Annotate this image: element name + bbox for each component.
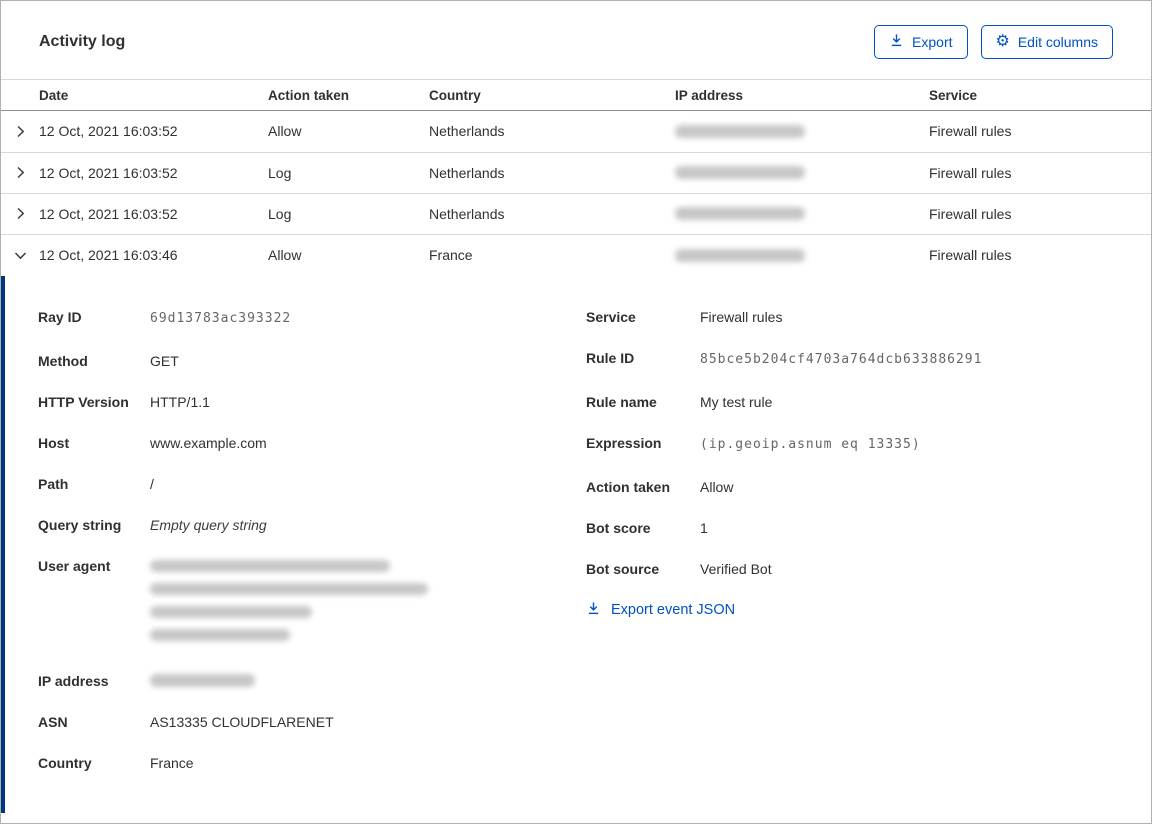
edit-columns-button-label: Edit columns <box>1017 34 1098 50</box>
detail-field-asn: ASN AS13335 CLOUDFLARENET <box>38 713 334 730</box>
detail-field-service: Service Firewall rules <box>586 308 783 325</box>
detail-field-method: Method GET <box>38 352 179 369</box>
detail-field-user-agent: User agent <box>38 555 586 652</box>
download-icon <box>586 601 601 620</box>
detail-field-expression: Expression (ip.geoip.asnum eq 13335) <box>586 434 921 452</box>
event-detail-panel: Ray ID 69d13783ac393322 Method GET HTTP … <box>1 275 1151 813</box>
column-header-date: Date <box>39 87 69 103</box>
detail-field-action-taken: Action taken Allow <box>586 478 734 495</box>
detail-left-column: Ray ID 69d13783ac393322 Method GET HTTP … <box>38 306 586 793</box>
cell-ip-address-redacted <box>675 207 929 221</box>
cell-date: 12 Oct, 2021 16:03:46 <box>39 247 178 264</box>
table-row[interactable]: 12 Oct, 2021 16:03:52 Log Netherlands Fi… <box>1 194 1151 235</box>
page-title: Activity log <box>39 33 126 50</box>
cell-country: Netherlands <box>429 205 505 222</box>
redacted-ip-address <box>150 670 255 693</box>
cell-ip-address-redacted <box>675 248 929 262</box>
cell-service: Firewall rules <box>929 205 1012 222</box>
cell-country: France <box>429 247 473 264</box>
column-header-action-taken: Action taken <box>268 87 350 103</box>
topbar: Activity log Export ⚙ Edit columns <box>1 1 1151 79</box>
table-header: Date Action taken Country IP address Ser… <box>1 79 1151 112</box>
download-icon <box>889 33 904 51</box>
cell-date: 12 Oct, 2021 16:03:52 <box>39 164 178 181</box>
chevron-right-icon[interactable] <box>1 206 39 221</box>
detail-field-bot-score: Bot score 1 <box>586 519 708 536</box>
detail-field-ray-id: Ray ID 69d13783ac393322 <box>38 308 292 326</box>
cell-service: Firewall rules <box>929 247 1012 264</box>
column-header-service: Service <box>929 87 978 103</box>
redacted-user-agent <box>150 555 428 652</box>
column-header-country: Country <box>429 87 481 103</box>
detail-right-column: Service Firewall rules Rule ID 85bce5b20… <box>586 306 1121 793</box>
export-button[interactable]: Export <box>874 25 968 59</box>
chevron-right-icon[interactable] <box>1 124 39 139</box>
table-row[interactable]: 12 Oct, 2021 16:03:52 Log Netherlands Fi… <box>1 153 1151 194</box>
cell-action-taken: Log <box>268 205 292 222</box>
cell-service: Firewall rules <box>929 123 1012 140</box>
cell-date: 12 Oct, 2021 16:03:52 <box>39 205 178 222</box>
detail-field-country: Country France <box>38 754 194 771</box>
detail-field-http-version: HTTP Version HTTP/1.1 <box>38 393 210 410</box>
edit-columns-button[interactable]: ⚙ Edit columns <box>980 25 1113 59</box>
detail-field-query-string: Query string Empty query string <box>38 516 267 533</box>
detail-field-rule-name: Rule name My test rule <box>586 393 773 410</box>
cell-ip-address-redacted <box>675 124 929 138</box>
detail-field-rule-id: Rule ID 85bce5b204cf4703a764dcb633886291 <box>586 349 983 367</box>
activity-log-panel: Activity log Export ⚙ Edit columns Date … <box>0 0 1152 824</box>
export-event-json-label: Export event JSON <box>611 602 736 619</box>
cell-ip-address-redacted <box>675 166 929 180</box>
export-button-label: Export <box>912 34 953 50</box>
cell-date: 12 Oct, 2021 16:03:52 <box>39 123 178 140</box>
cell-country: Netherlands <box>429 123 505 140</box>
cell-country: Netherlands <box>429 164 505 181</box>
cell-action-taken: Log <box>268 164 292 181</box>
cell-service: Firewall rules <box>929 164 1012 181</box>
cell-action-taken: Allow <box>268 247 302 264</box>
detail-field-ip-address: IP address <box>38 670 586 693</box>
toolbar: Export ⚙ Edit columns <box>874 25 1113 59</box>
export-event-json-link[interactable]: Export event JSON <box>586 601 735 620</box>
chevron-down-icon[interactable] <box>1 248 39 263</box>
table-row-expanded[interactable]: 12 Oct, 2021 16:03:46 Allow France Firew… <box>1 235 1151 276</box>
detail-field-bot-source: Bot source Verified Bot <box>586 560 772 577</box>
column-header-ip-address: IP address <box>675 87 744 103</box>
chevron-right-icon[interactable] <box>1 165 39 180</box>
gear-icon: ⚙ <box>995 33 1010 50</box>
detail-field-path: Path / <box>38 475 154 492</box>
table-row[interactable]: 12 Oct, 2021 16:03:52 Allow Netherlands … <box>1 111 1151 153</box>
cell-action-taken: Allow <box>268 123 302 140</box>
detail-field-host: Host www.example.com <box>38 434 267 451</box>
